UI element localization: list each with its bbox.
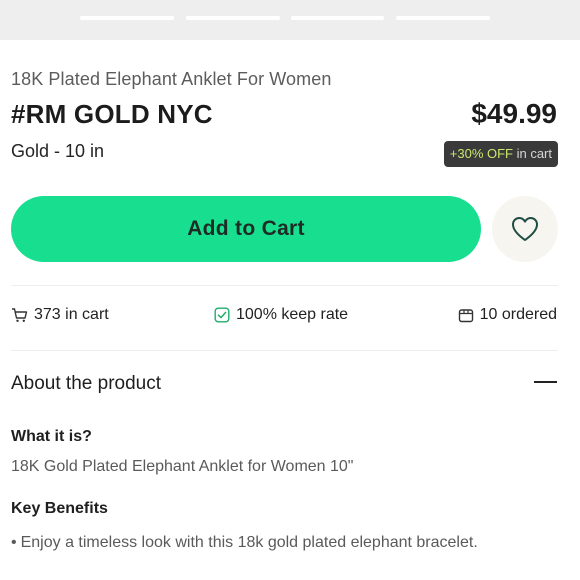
carousel-indicators <box>0 16 580 22</box>
carousel-indicator[interactable] <box>80 16 174 20</box>
carousel-indicator[interactable] <box>396 16 490 20</box>
carousel-indicator[interactable] <box>291 16 384 20</box>
check-square-icon <box>214 307 230 323</box>
what-it-is-text: 18K Gold Plated Elephant Anklet for Wome… <box>11 458 354 475</box>
wishlist-button[interactable] <box>492 196 558 262</box>
variant-selector[interactable]: Gold - 10 in <box>11 141 104 162</box>
heart-icon <box>512 217 538 241</box>
discount-suffix: in cart <box>512 146 552 161</box>
stat-in-cart: 373 in cart <box>11 306 109 324</box>
stat-ordered: 10 ordered <box>458 306 557 324</box>
about-section-title[interactable]: About the product <box>11 373 161 395</box>
stat-label: 100% keep rate <box>236 306 349 323</box>
stat-keep-rate: 100% keep rate <box>214 306 348 324</box>
discount-badge: +30% OFF in cart <box>443 141 558 167</box>
cart-icon <box>12 308 28 322</box>
divider <box>11 350 558 351</box>
stat-label: 10 ordered <box>479 306 557 323</box>
product-price: $49.99 <box>471 98 557 129</box>
add-to-cart-button[interactable]: Add to Cart <box>11 196 481 262</box>
image-carousel-bottom[interactable] <box>0 0 580 40</box>
benefit-item: • Enjoy a timeless look with this 18k gol… <box>11 531 481 555</box>
carousel-indicator[interactable] <box>186 16 280 20</box>
discount-amount: +30% OFF <box>449 146 513 161</box>
product-subtitle: 18K Plated Elephant Anklet For Women <box>11 69 332 89</box>
what-it-is-heading: What it is? <box>11 428 92 445</box>
key-benefits-heading: Key Benefits <box>11 500 108 517</box>
divider <box>11 285 558 286</box>
bullet-icon: • <box>11 534 17 551</box>
benefit-text: Enjoy a timeless look with this 18k gold… <box>20 534 478 551</box>
box-icon <box>458 309 473 323</box>
stat-label: 373 in cart <box>34 306 109 323</box>
product-stats: 373 in cart 100% keep rate 10 ordered <box>0 306 580 330</box>
brand-name[interactable]: #RM GOLD NYC <box>11 99 213 130</box>
collapse-icon[interactable] <box>534 381 557 383</box>
